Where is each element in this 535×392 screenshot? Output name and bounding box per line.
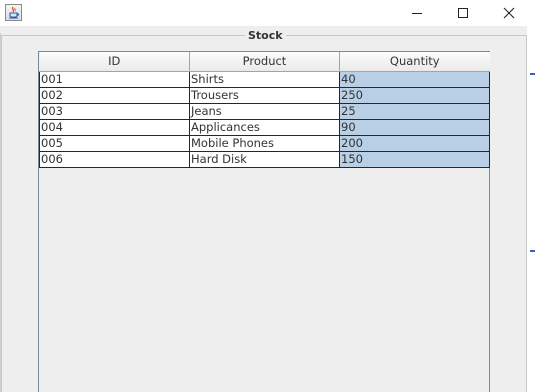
- cell-id[interactable]: 006: [39, 151, 190, 168]
- cell-quantity[interactable]: 250: [339, 87, 490, 104]
- cell-quantity[interactable]: 90: [339, 119, 490, 136]
- cell-id[interactable]: 004: [39, 119, 190, 136]
- maximize-button[interactable]: [440, 0, 486, 26]
- close-button[interactable]: [486, 0, 532, 26]
- app-window: Stock ID Product Quantity 001 Shirts 40 …: [0, 0, 535, 392]
- close-icon: [503, 7, 515, 19]
- table-row[interactable]: 004 Applicances 90: [39, 119, 490, 136]
- table-row[interactable]: 003 Jeans 25: [39, 103, 490, 120]
- minimize-icon: [412, 13, 422, 14]
- table-row[interactable]: 002 Trousers 250: [39, 87, 490, 104]
- cell-product[interactable]: Trousers: [189, 87, 340, 104]
- edge-marker: [530, 250, 535, 252]
- table-row[interactable]: 006 Hard Disk 150: [39, 151, 490, 168]
- cell-product[interactable]: Jeans: [189, 103, 340, 120]
- content-pane: Stock ID Product Quantity 001 Shirts 40 …: [0, 26, 535, 392]
- cell-id[interactable]: 001: [39, 71, 190, 88]
- cell-product[interactable]: Hard Disk: [189, 151, 340, 168]
- title-bar[interactable]: [0, 0, 535, 26]
- window-right-edge: [527, 26, 535, 392]
- cell-id[interactable]: 003: [39, 103, 190, 120]
- column-header-quantity[interactable]: Quantity: [339, 52, 490, 72]
- minimize-button[interactable]: [394, 0, 440, 26]
- cell-product[interactable]: Shirts: [189, 71, 340, 88]
- cell-product[interactable]: Mobile Phones: [189, 135, 340, 152]
- cell-quantity[interactable]: 40: [339, 71, 490, 88]
- edge-marker: [530, 73, 535, 75]
- table-row[interactable]: 005 Mobile Phones 200: [39, 135, 490, 152]
- cell-quantity[interactable]: 200: [339, 135, 490, 152]
- table-row[interactable]: 001 Shirts 40: [39, 71, 490, 88]
- group-title: Stock: [245, 29, 286, 43]
- column-header-product[interactable]: Product: [189, 52, 340, 72]
- java-coffee-cup-icon[interactable]: [5, 4, 22, 21]
- cell-product[interactable]: Applicances: [189, 119, 340, 136]
- cell-id[interactable]: 005: [39, 135, 190, 152]
- table-header-row: ID Product Quantity: [39, 52, 490, 72]
- cell-quantity[interactable]: 25: [339, 103, 490, 120]
- stock-table[interactable]: ID Product Quantity 001 Shirts 40 002 Tr…: [39, 52, 490, 168]
- column-header-id[interactable]: ID: [39, 52, 190, 72]
- cell-id[interactable]: 002: [39, 87, 190, 104]
- stock-table-scrollpane[interactable]: ID Product Quantity 001 Shirts 40 002 Tr…: [38, 51, 490, 392]
- cell-quantity[interactable]: 150: [339, 151, 490, 168]
- maximize-icon: [458, 8, 468, 18]
